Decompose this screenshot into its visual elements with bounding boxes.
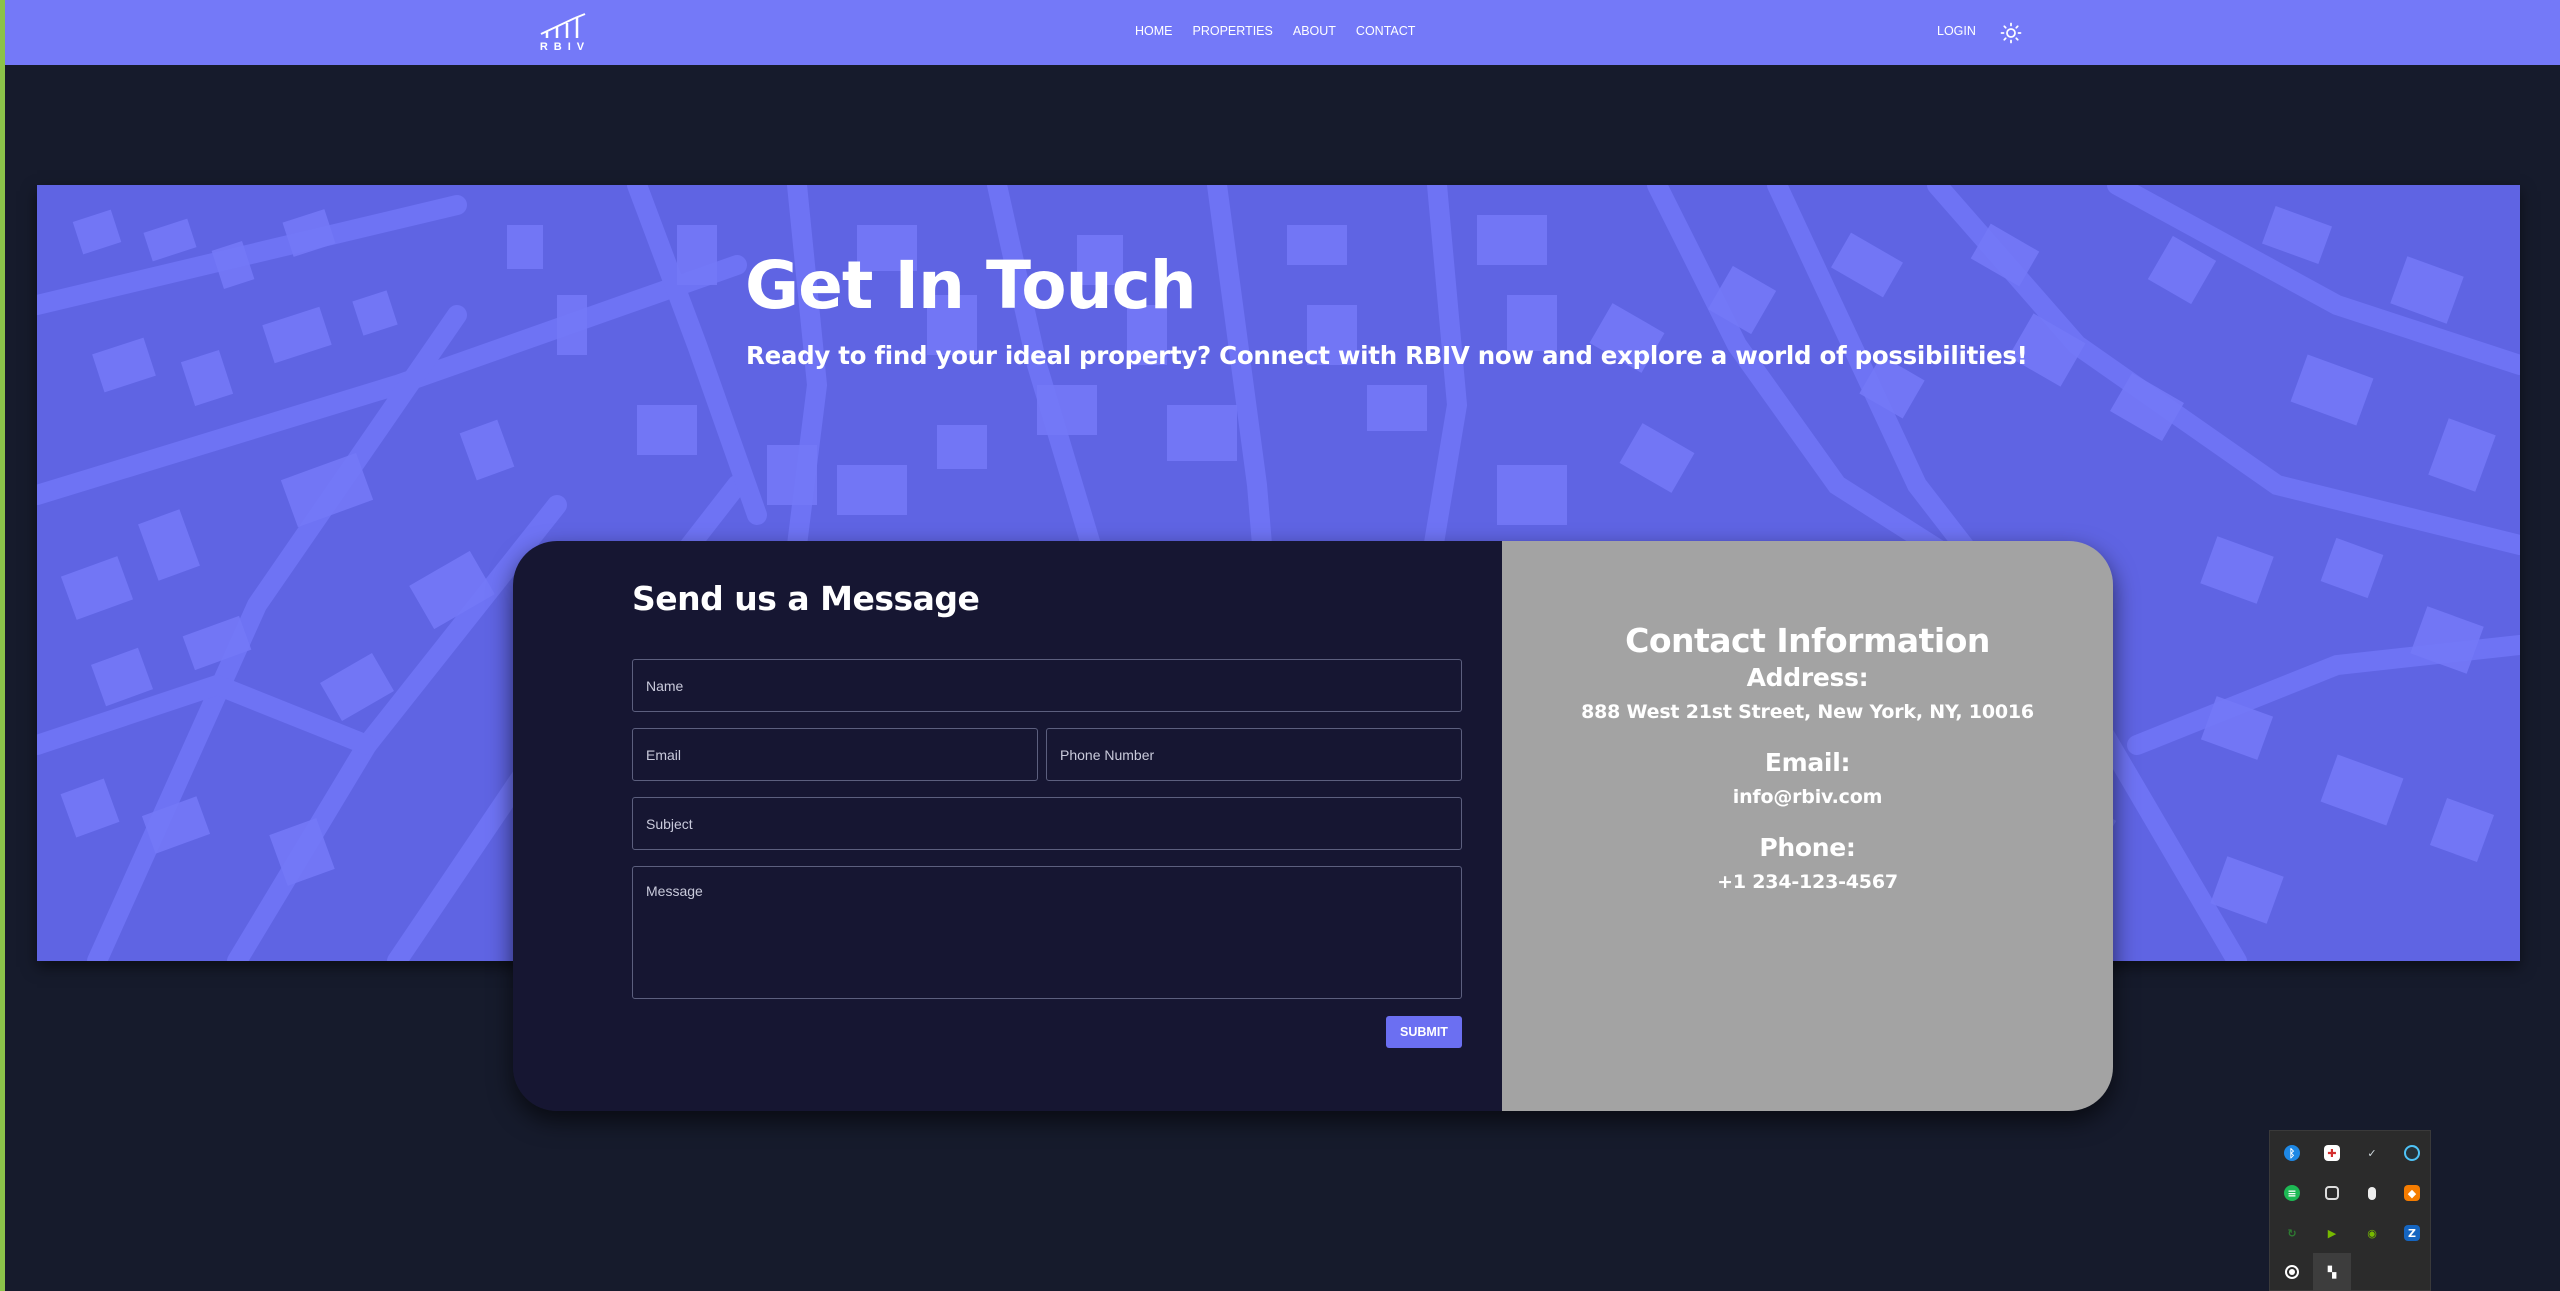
record-icon[interactable] [2273,1253,2311,1291]
email-label: Email: [1764,748,1851,777]
logo-text: RBIV [539,41,591,53]
bluetooth-icon[interactable]: ᛒ [2273,1134,2311,1172]
sync-icon[interactable]: ↻ [2273,1214,2311,1252]
phone-number-input[interactable] [1046,728,1462,781]
email-input[interactable] [632,728,1038,781]
message-textarea[interactable] [632,866,1462,999]
phone-value[interactable]: +1 234-123-4567 [1502,871,2113,893]
contact-info-panel: Contact Information Address: 888 West 21… [1502,541,2113,1111]
spotify-icon[interactable]: ≡ [2273,1174,2311,1212]
main-nav: HOME PROPERTIES ABOUT CONTACT [1135,24,1435,38]
name-input[interactable] [632,659,1462,712]
email-value[interactable]: info@rbiv.com [1502,786,2113,808]
ruby-app-icon[interactable]: ◆ [2393,1174,2431,1212]
nvidia-play-icon[interactable]: ▶ [2313,1214,2351,1252]
screenshot-tool-icon[interactable] [2313,1174,2351,1212]
zoom-icon[interactable]: Z [2393,1214,2431,1252]
hero-title: Get In Touch [745,247,1197,324]
nav-link-contact[interactable]: CONTACT [1356,24,1416,38]
form-title: Send us a Message [632,579,980,618]
security-shield-icon[interactable]: ✚ [2313,1134,2351,1172]
submit-button[interactable]: SUBMIT [1386,1016,1462,1048]
sun-icon[interactable] [1999,21,2023,45]
contact-card: Send us a Message SUBMIT Contact Informa… [513,541,2113,1111]
hero-subtitle: Ready to find your ideal property? Conne… [746,341,2028,370]
nvidia-icon[interactable]: ◉ [2353,1214,2391,1252]
logo-mark-icon [540,13,586,38]
address-label: Address: [1746,663,1869,692]
system-tray-popup: ᛒ ✚ ✓ ≡ ◆ ↻ ▶ ◉ Z ▚ [2269,1130,2431,1291]
circle-app-icon[interactable] [2393,1134,2431,1172]
top-navbar: RBIV HOME PROPERTIES ABOUT CONTACT LOGIN [5,0,2560,65]
app-grid-icon[interactable]: ▚ [2313,1253,2351,1291]
phone-label: Phone: [1759,833,1856,862]
address-value: 888 West 21st Street, New York, NY, 1001… [1581,701,2034,723]
nav-link-home[interactable]: HOME [1135,24,1173,38]
message-form-panel: Send us a Message SUBMIT [513,541,1502,1111]
brand-logo[interactable]: RBIV [535,8,595,56]
login-link[interactable]: LOGIN [1937,24,1976,38]
microphone-icon[interactable] [2353,1174,2391,1212]
contact-info-title: Contact Information [1625,621,1990,660]
nav-link-properties[interactable]: PROPERTIES [1193,24,1273,38]
steam-icon[interactable]: ✓ [2353,1134,2391,1172]
window-edge-accent [0,0,5,1291]
nav-link-about[interactable]: ABOUT [1293,24,1336,38]
subject-input[interactable] [632,797,1462,850]
